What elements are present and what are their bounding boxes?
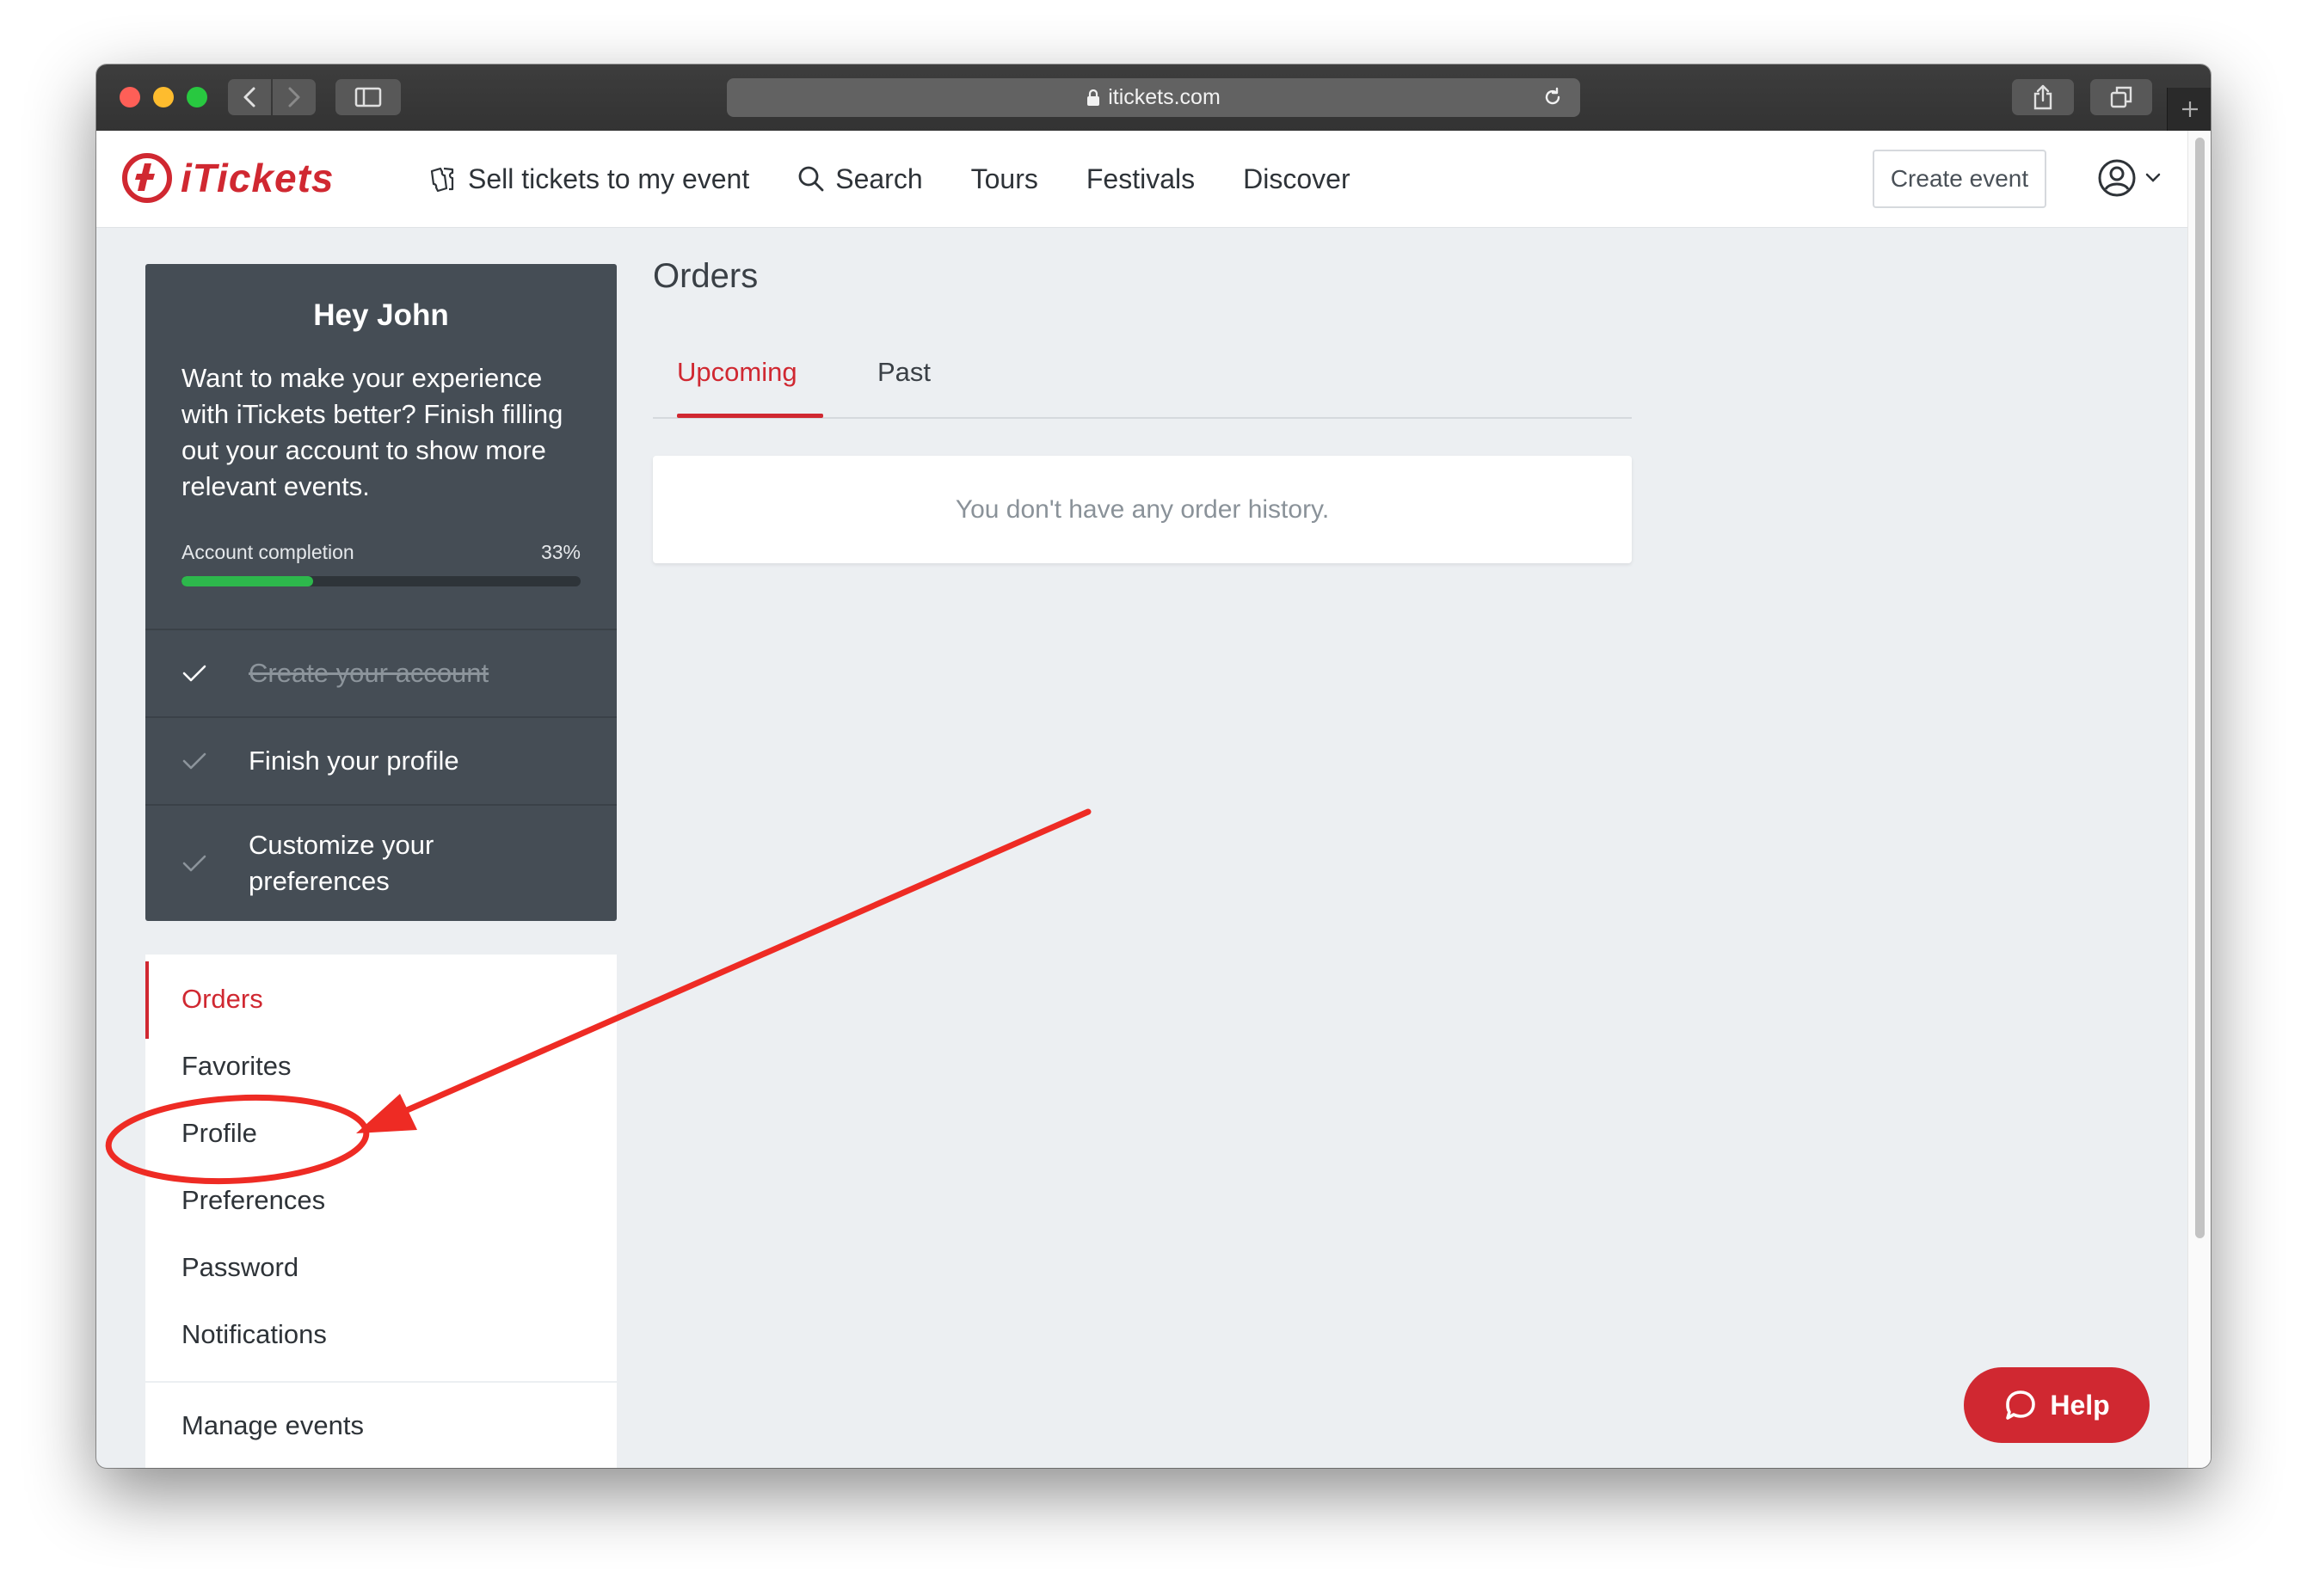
help-label: Help <box>2050 1389 2110 1421</box>
main-nav: Sell tickets to my event Search Tours Fe… <box>428 131 1399 227</box>
back-button[interactable] <box>228 79 271 115</box>
logo-text: iTickets <box>181 156 335 200</box>
plus-icon <box>2181 101 2198 117</box>
nav-search[interactable]: Search <box>797 163 923 195</box>
menu-item-orders[interactable]: Orders <box>181 984 263 1015</box>
tab-label: Upcoming <box>677 357 797 387</box>
task-create-account: Create your account <box>145 629 617 716</box>
share-icon <box>2033 84 2052 110</box>
menu-item-preferences[interactable]: Preferences <box>181 1185 325 1216</box>
lock-icon <box>1087 89 1100 106</box>
help-button[interactable]: Help <box>1964 1367 2150 1443</box>
nav-label: Tours <box>970 163 1038 194</box>
sidebar-toggle-button[interactable] <box>335 79 401 115</box>
tab-label: Past <box>877 357 932 387</box>
address-bar[interactable]: itickets.com <box>727 78 1580 117</box>
browser-toolbar: itickets.com <box>96 64 2211 132</box>
close-window-button[interactable] <box>120 87 140 107</box>
minimize-window-button[interactable] <box>153 87 174 107</box>
task-finish-profile[interactable]: Finish your profile <box>145 716 617 804</box>
itickets-logo[interactable]: iTickets <box>122 153 334 203</box>
check-icon <box>182 752 206 770</box>
tabs-overview-icon <box>2110 86 2132 108</box>
empty-orders-message: You don't have any order history. <box>955 494 1330 524</box>
nav-label: Festivals <box>1086 163 1196 194</box>
nav-label: Sell tickets to my event <box>468 163 750 194</box>
task-label: Customize your preferences <box>249 830 434 896</box>
completion-percent: 33% <box>540 541 581 563</box>
menu-item-favorites[interactable]: Favorites <box>181 1051 291 1082</box>
menu-item-profile[interactable]: Profile <box>181 1118 257 1149</box>
active-item-indicator <box>145 961 149 1039</box>
page-title: Orders <box>653 257 759 295</box>
create-event-button[interactable]: Create event <box>1873 150 2046 208</box>
menu-item-notifications[interactable]: Notifications <box>181 1319 327 1350</box>
site-header: iTickets Sell tickets to my event Search… <box>96 131 2187 228</box>
menu-item-manage-events[interactable]: Manage events <box>181 1410 364 1441</box>
chevron-down-icon <box>2145 173 2161 182</box>
itickets-logo-icon <box>122 153 172 203</box>
nav-label: Discover <box>1243 163 1350 194</box>
menu-divider <box>145 1381 617 1383</box>
completion-progress-fill <box>181 576 314 586</box>
nav-label: Search <box>835 163 923 194</box>
nav-sell-tickets[interactable]: Sell tickets to my event <box>428 163 749 195</box>
account-completion-card: Hey John Want to make your experience wi… <box>145 264 617 921</box>
reload-icon[interactable] <box>1542 87 1563 107</box>
check-icon <box>182 665 206 682</box>
completion-intro-text: Want to make your experience with iTicke… <box>181 363 563 501</box>
share-button[interactable] <box>2012 79 2074 115</box>
task-label: Finish your profile <box>249 746 459 776</box>
task-label: Create your account <box>249 658 489 688</box>
forward-button[interactable] <box>273 79 316 115</box>
task-customize-preferences[interactable]: Customize your preferences <box>145 804 617 921</box>
check-icon <box>182 855 206 872</box>
active-tab-underline <box>677 414 823 418</box>
empty-orders-card: You don't have any order history. <box>653 456 1632 563</box>
chevron-left-icon <box>243 87 255 107</box>
tab-overview-button[interactable] <box>2090 79 2152 115</box>
orders-tabs: Upcoming Past <box>653 348 1632 419</box>
new-tab-button[interactable] <box>2167 88 2211 131</box>
search-icon <box>798 166 824 192</box>
url-text: itickets.com <box>1108 85 1221 109</box>
nav-tours[interactable]: Tours <box>971 163 1038 195</box>
sidebar-icon <box>354 87 382 107</box>
completion-label: Account completion <box>181 541 354 563</box>
account-menu-button[interactable] <box>2097 158 2161 198</box>
scrollbar-thumb[interactable] <box>2195 138 2205 1238</box>
page-scrollbar[interactable] <box>2187 131 2211 1468</box>
chat-bubble-icon <box>2006 1390 2036 1420</box>
account-side-menu: Orders Favorites Profile Preferences Pas… <box>145 955 617 1468</box>
greeting-heading: Hey John <box>313 298 449 332</box>
completion-progress-bar <box>181 576 581 586</box>
chevron-right-icon <box>288 87 300 107</box>
menu-item-password[interactable]: Password <box>181 1252 298 1283</box>
user-circle-icon <box>2098 159 2136 197</box>
nav-festivals[interactable]: Festivals <box>1086 163 1195 195</box>
nav-discover[interactable]: Discover <box>1243 163 1350 195</box>
zoom-window-button[interactable] <box>187 87 207 107</box>
browser-window: itickets.com iTickets Sell tickets to my… <box>96 64 2211 1468</box>
ticket-icon <box>430 167 454 193</box>
